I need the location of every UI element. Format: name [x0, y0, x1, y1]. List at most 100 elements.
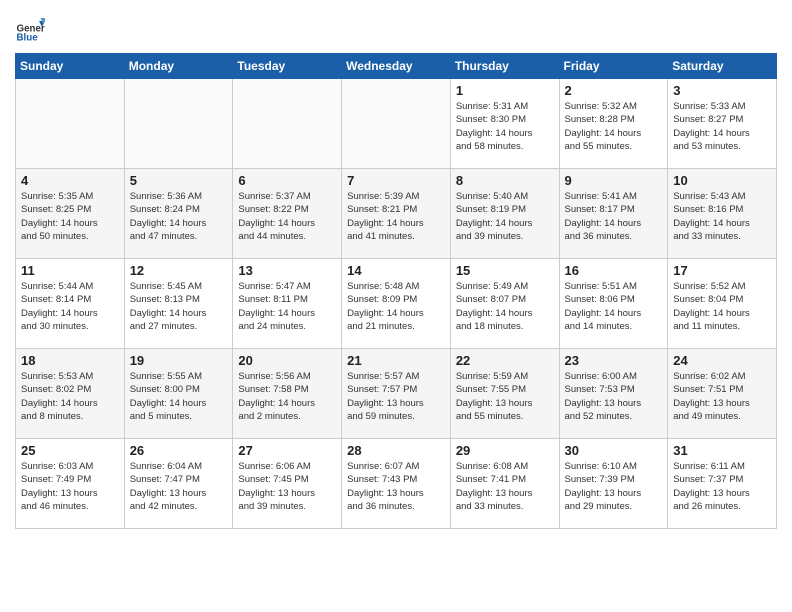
- calendar-table: SundayMondayTuesdayWednesdayThursdayFrid…: [15, 53, 777, 529]
- day-info: Sunrise: 5:51 AM Sunset: 8:06 PM Dayligh…: [565, 280, 664, 333]
- calendar-week-row: 4 Sunrise: 5:35 AM Sunset: 8:25 PM Daylig…: [16, 169, 777, 259]
- calendar-cell: [233, 79, 342, 169]
- day-number: 29: [456, 443, 555, 458]
- day-number: 6: [238, 173, 337, 188]
- calendar-cell: 3 Sunrise: 5:33 AM Sunset: 8:27 PM Daylig…: [668, 79, 777, 169]
- calendar-cell: 25 Sunrise: 6:03 AM Sunset: 7:49 PM Dayli…: [16, 439, 125, 529]
- day-info: Sunrise: 5:32 AM Sunset: 8:28 PM Dayligh…: [565, 100, 664, 153]
- calendar-cell: 28 Sunrise: 6:07 AM Sunset: 7:43 PM Dayli…: [342, 439, 451, 529]
- day-info: Sunrise: 5:44 AM Sunset: 8:14 PM Dayligh…: [21, 280, 120, 333]
- day-info: Sunrise: 5:35 AM Sunset: 8:25 PM Dayligh…: [21, 190, 120, 243]
- calendar-cell: 17 Sunrise: 5:52 AM Sunset: 8:04 PM Dayli…: [668, 259, 777, 349]
- day-number: 2: [565, 83, 664, 98]
- day-number: 24: [673, 353, 772, 368]
- logo: General Blue: [15, 15, 49, 45]
- calendar-cell: 4 Sunrise: 5:35 AM Sunset: 8:25 PM Daylig…: [16, 169, 125, 259]
- calendar-cell: 5 Sunrise: 5:36 AM Sunset: 8:24 PM Daylig…: [124, 169, 233, 259]
- day-info: Sunrise: 6:10 AM Sunset: 7:39 PM Dayligh…: [565, 460, 664, 513]
- calendar-week-row: 11 Sunrise: 5:44 AM Sunset: 8:14 PM Dayli…: [16, 259, 777, 349]
- day-number: 23: [565, 353, 664, 368]
- day-number: 10: [673, 173, 772, 188]
- page-header: General Blue: [15, 10, 777, 45]
- day-number: 19: [130, 353, 229, 368]
- day-info: Sunrise: 6:00 AM Sunset: 7:53 PM Dayligh…: [565, 370, 664, 423]
- calendar-cell: 10 Sunrise: 5:43 AM Sunset: 8:16 PM Dayli…: [668, 169, 777, 259]
- calendar-cell: 24Sunrise: 6:02 AM Sunset: 7:51 PM Dayli…: [668, 349, 777, 439]
- calendar-cell: 11 Sunrise: 5:44 AM Sunset: 8:14 PM Dayli…: [16, 259, 125, 349]
- day-number: 1: [456, 83, 555, 98]
- day-number: 22: [456, 353, 555, 368]
- day-number: 16: [565, 263, 664, 278]
- calendar-cell: 27 Sunrise: 6:06 AM Sunset: 7:45 PM Dayli…: [233, 439, 342, 529]
- calendar-cell: [124, 79, 233, 169]
- day-number: 30: [565, 443, 664, 458]
- weekday-header-saturday: Saturday: [668, 54, 777, 79]
- day-info: Sunrise: 5:59 AM Sunset: 7:55 PM Dayligh…: [456, 370, 555, 423]
- day-number: 9: [565, 173, 664, 188]
- day-info: Sunrise: 6:04 AM Sunset: 7:47 PM Dayligh…: [130, 460, 229, 513]
- day-number: 4: [21, 173, 120, 188]
- day-number: 18: [21, 353, 120, 368]
- day-number: 13: [238, 263, 337, 278]
- day-info: Sunrise: 5:48 AM Sunset: 8:09 PM Dayligh…: [347, 280, 446, 333]
- calendar-cell: 20 Sunrise: 5:56 AM Sunset: 7:58 PM Dayli…: [233, 349, 342, 439]
- calendar-cell: [342, 79, 451, 169]
- day-number: 14: [347, 263, 446, 278]
- day-info: Sunrise: 5:31 AM Sunset: 8:30 PM Dayligh…: [456, 100, 555, 153]
- day-number: 28: [347, 443, 446, 458]
- logo-icon: General Blue: [15, 15, 45, 45]
- day-info: Sunrise: 6:03 AM Sunset: 7:49 PM Dayligh…: [21, 460, 120, 513]
- day-info: Sunrise: 6:06 AM Sunset: 7:45 PM Dayligh…: [238, 460, 337, 513]
- day-number: 15: [456, 263, 555, 278]
- calendar-cell: 29 Sunrise: 6:08 AM Sunset: 7:41 PM Dayli…: [450, 439, 559, 529]
- weekday-header-monday: Monday: [124, 54, 233, 79]
- calendar-cell: 15Sunrise: 5:49 AM Sunset: 8:07 PM Dayli…: [450, 259, 559, 349]
- day-info: Sunrise: 5:36 AM Sunset: 8:24 PM Dayligh…: [130, 190, 229, 243]
- day-info: Sunrise: 5:57 AM Sunset: 7:57 PM Dayligh…: [347, 370, 446, 423]
- day-info: Sunrise: 5:56 AM Sunset: 7:58 PM Dayligh…: [238, 370, 337, 423]
- calendar-cell: [16, 79, 125, 169]
- day-info: Sunrise: 5:37 AM Sunset: 8:22 PM Dayligh…: [238, 190, 337, 243]
- day-number: 3: [673, 83, 772, 98]
- day-info: Sunrise: 5:45 AM Sunset: 8:13 PM Dayligh…: [130, 280, 229, 333]
- weekday-header-thursday: Thursday: [450, 54, 559, 79]
- calendar-cell: 19 Sunrise: 5:55 AM Sunset: 8:00 PM Dayli…: [124, 349, 233, 439]
- day-info: Sunrise: 6:07 AM Sunset: 7:43 PM Dayligh…: [347, 460, 446, 513]
- svg-text:Blue: Blue: [17, 33, 39, 44]
- calendar-cell: 30 Sunrise: 6:10 AM Sunset: 7:39 PM Dayli…: [559, 439, 668, 529]
- calendar-week-row: 18 Sunrise: 5:53 AM Sunset: 8:02 PM Dayli…: [16, 349, 777, 439]
- calendar-cell: 6 Sunrise: 5:37 AM Sunset: 8:22 PM Daylig…: [233, 169, 342, 259]
- calendar-cell: 12 Sunrise: 5:45 AM Sunset: 8:13 PM Dayli…: [124, 259, 233, 349]
- day-number: 25: [21, 443, 120, 458]
- calendar-cell: 8Sunrise: 5:40 AM Sunset: 8:19 PM Daylig…: [450, 169, 559, 259]
- day-number: 27: [238, 443, 337, 458]
- day-number: 11: [21, 263, 120, 278]
- weekday-header-tuesday: Tuesday: [233, 54, 342, 79]
- day-number: 12: [130, 263, 229, 278]
- day-number: 8: [456, 173, 555, 188]
- day-info: Sunrise: 5:39 AM Sunset: 8:21 PM Dayligh…: [347, 190, 446, 243]
- calendar-week-row: 25 Sunrise: 6:03 AM Sunset: 7:49 PM Dayli…: [16, 439, 777, 529]
- day-info: Sunrise: 6:08 AM Sunset: 7:41 PM Dayligh…: [456, 460, 555, 513]
- calendar-cell: 22 Sunrise: 5:59 AM Sunset: 7:55 PM Dayli…: [450, 349, 559, 439]
- calendar-cell: 21Sunrise: 5:57 AM Sunset: 7:57 PM Dayli…: [342, 349, 451, 439]
- day-number: 5: [130, 173, 229, 188]
- day-info: Sunrise: 6:11 AM Sunset: 7:37 PM Dayligh…: [673, 460, 772, 513]
- day-info: Sunrise: 5:55 AM Sunset: 8:00 PM Dayligh…: [130, 370, 229, 423]
- day-info: Sunrise: 5:41 AM Sunset: 8:17 PM Dayligh…: [565, 190, 664, 243]
- day-info: Sunrise: 5:43 AM Sunset: 8:16 PM Dayligh…: [673, 190, 772, 243]
- calendar-cell: 9 Sunrise: 5:41 AM Sunset: 8:17 PM Daylig…: [559, 169, 668, 259]
- day-info: Sunrise: 5:52 AM Sunset: 8:04 PM Dayligh…: [673, 280, 772, 333]
- calendar-cell: 26Sunrise: 6:04 AM Sunset: 7:47 PM Dayli…: [124, 439, 233, 529]
- calendar-week-row: 1 Sunrise: 5:31 AM Sunset: 8:30 PM Daylig…: [16, 79, 777, 169]
- day-number: 20: [238, 353, 337, 368]
- day-info: Sunrise: 5:53 AM Sunset: 8:02 PM Dayligh…: [21, 370, 120, 423]
- weekday-header-wednesday: Wednesday: [342, 54, 451, 79]
- weekday-header-sunday: Sunday: [16, 54, 125, 79]
- calendar-cell: 13Sunrise: 5:47 AM Sunset: 8:11 PM Dayli…: [233, 259, 342, 349]
- day-info: Sunrise: 5:33 AM Sunset: 8:27 PM Dayligh…: [673, 100, 772, 153]
- weekday-header-row: SundayMondayTuesdayWednesdayThursdayFrid…: [16, 54, 777, 79]
- day-number: 17: [673, 263, 772, 278]
- day-number: 31: [673, 443, 772, 458]
- calendar-cell: 23 Sunrise: 6:00 AM Sunset: 7:53 PM Dayli…: [559, 349, 668, 439]
